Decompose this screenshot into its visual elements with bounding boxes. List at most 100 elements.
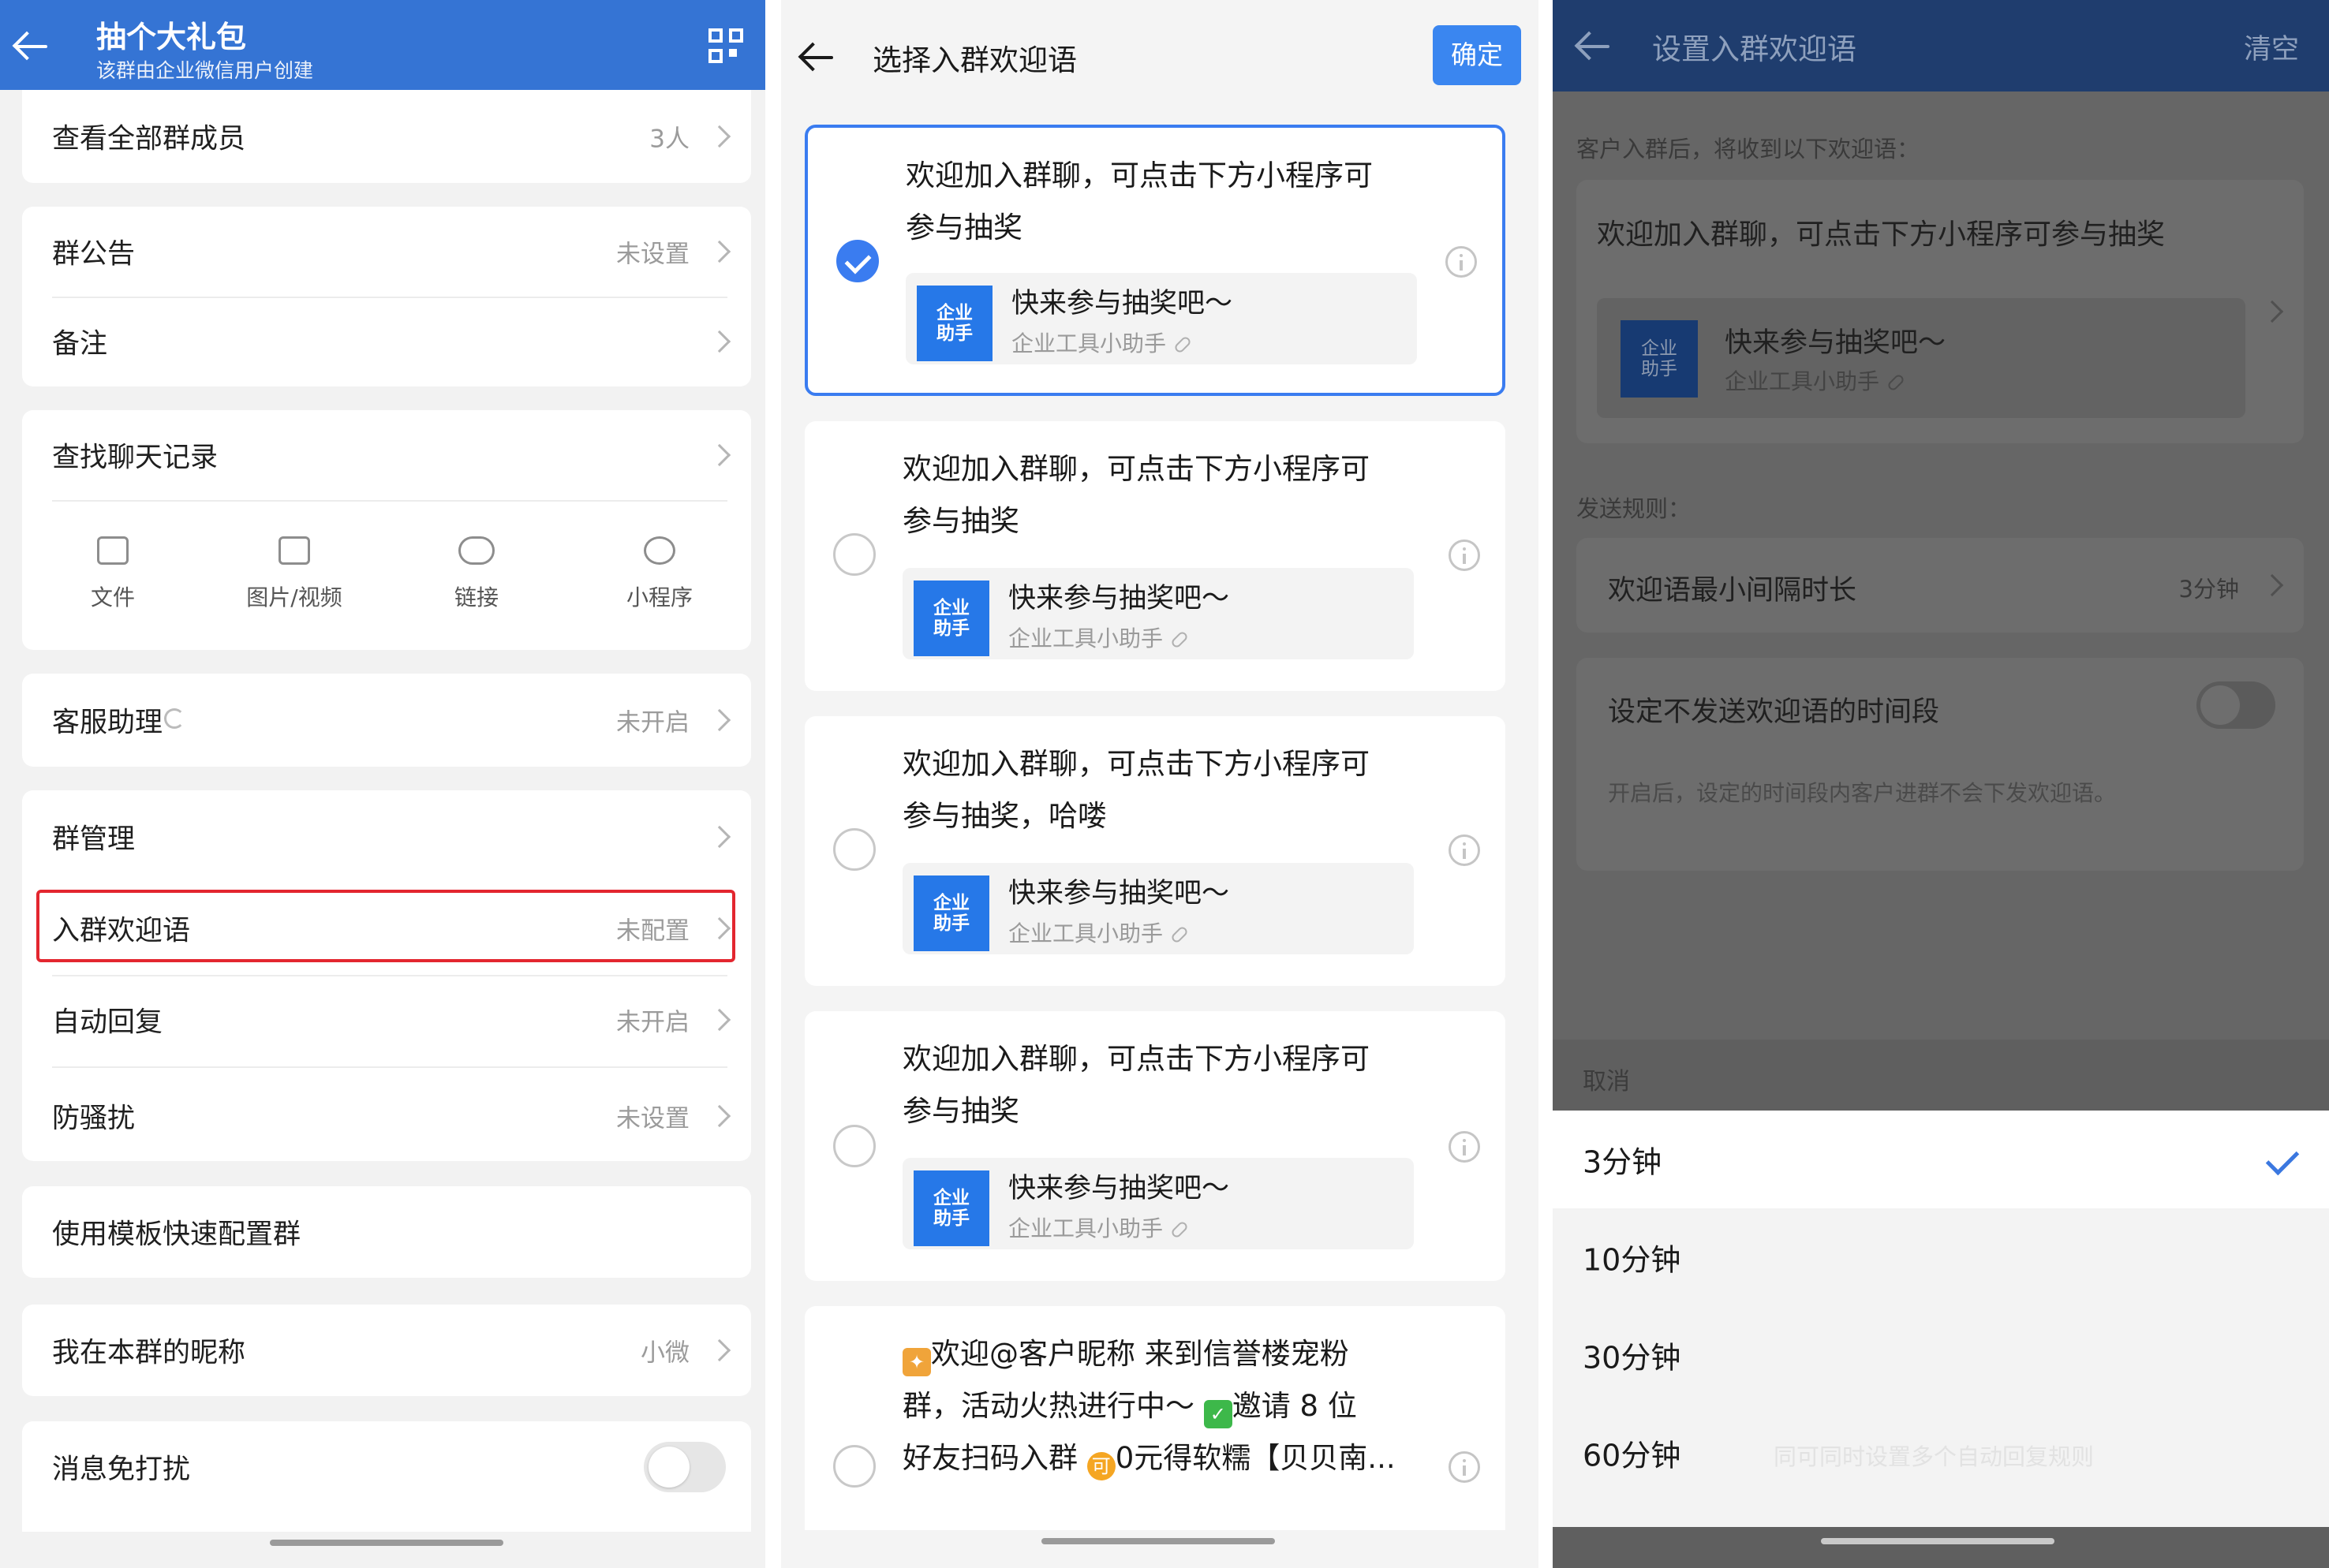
media-mini-programs[interactable]: 小程序 <box>581 536 738 612</box>
mini-program-card: 企业 助手 快来参与抽奖吧～ 企业工具小助手 <box>906 273 1417 364</box>
interval-option[interactable]: 60分钟 同可同时设置多个自动回复规则 <box>1553 1404 2329 1502</box>
link-icon <box>1169 924 1190 945</box>
option-text-line: 欢迎加入群聊，可点击下方小程序可 <box>906 159 1373 192</box>
cancel-bar[interactable]: 取消 <box>1553 1040 2329 1111</box>
min-interval-row[interactable]: 欢迎语最小间隔时长 3分钟 <box>1576 538 2304 633</box>
chevron-right-icon <box>708 240 731 263</box>
service-assistant-row[interactable]: 客服助理 未开启 <box>22 674 751 767</box>
welcome-option[interactable]: ✦ 欢迎@客户昵称 来到信誉楼宠粉 群，活动火热进行中～ ✓ 邀请 8 位 好友扫码… <box>805 1306 1505 1559</box>
group-info-screen: 抽个大礼包 该群由企业微信用户创建 查看全部群成员 3人 群公告 未设置 备注 … <box>0 0 765 1568</box>
search-history-label: 查找聊天记录 <box>52 442 219 474</box>
nickname-row[interactable]: 我在本群的昵称 小微 <box>22 1305 751 1396</box>
mini-program-logo: 企业 助手 <box>917 286 993 361</box>
quiet-period-toggle[interactable] <box>2196 681 2275 729</box>
quiet-period-note: 开启后，设定的时间段内客户进群不会下发欢迎语。 <box>1608 780 2117 806</box>
confirm-button[interactable]: 确定 <box>1433 25 1521 85</box>
option-text-line: 欢迎加入群聊，可点击下方小程序可 <box>903 747 1370 781</box>
interval-option-label: 3分钟 <box>1583 1144 1662 1180</box>
media-label: 图片/视频 <box>246 584 342 610</box>
info-icon[interactable] <box>1449 1131 1480 1163</box>
welcome-option[interactable]: 欢迎加入群聊，可点击下方小程序可 参与抽奖 企业 助手 快来参与抽奖吧～ 企业工具… <box>805 421 1505 691</box>
nickname-card: 我在本群的昵称 小微 <box>22 1305 751 1396</box>
option-text: 欢迎加入群聊，可点击下方小程序可 参与抽奖 <box>906 150 1411 254</box>
announcement-label: 群公告 <box>52 238 136 271</box>
mini-program-source: 企业工具小助手 <box>1011 327 1193 358</box>
ghost-text: 同可同时设置多个自动回复规则 <box>1774 1443 2095 1470</box>
welcome-option[interactable]: 欢迎加入群聊，可点击下方小程序可 参与抽奖 企业 助手 快来参与抽奖吧～ 企业工具… <box>805 125 1505 396</box>
option-text-line: 参与抽奖 <box>906 211 1022 245</box>
link-icon <box>1886 372 1906 393</box>
radio-icon[interactable] <box>833 1445 876 1488</box>
auto-reply-value: 未开启 <box>616 1008 690 1037</box>
announcement-row[interactable]: 群公告 未设置 <box>22 207 751 297</box>
back-arrow-icon[interactable] <box>14 32 49 60</box>
chat-history-card: 查找聊天记录 文件 图片/视频 链接 小程序 <box>22 410 751 650</box>
announcement-value: 未设置 <box>616 240 690 269</box>
info-icon[interactable] <box>1449 1451 1480 1483</box>
radio-icon[interactable] <box>833 533 876 576</box>
chevron-right-icon <box>2260 300 2284 323</box>
chevron-right-icon <box>708 125 731 148</box>
anti-harass-row[interactable]: 防骚扰 未设置 <box>22 1071 751 1161</box>
mute-toggle[interactable] <box>644 1442 726 1492</box>
welcome-option[interactable]: 欢迎加入群聊，可点击下方小程序可 参与抽奖，哈喽 企业 助手 快来参与抽奖吧～ 企… <box>805 716 1505 986</box>
clear-button[interactable]: 清空 <box>2244 27 2299 67</box>
qr-code-icon[interactable] <box>708 28 743 63</box>
option-text-line: ✦ 欢迎@客户昵称 来到信誉楼宠粉 <box>903 1328 1439 1380</box>
interval-option[interactable]: 10分钟 <box>1553 1208 2329 1306</box>
remark-row[interactable]: 备注 <box>22 297 751 386</box>
nickname-value: 小微 <box>641 1338 690 1368</box>
announcement-card: 群公告 未设置 备注 <box>22 207 751 386</box>
members-count: 3人 <box>649 125 690 154</box>
radio-icon[interactable] <box>833 1125 876 1167</box>
info-icon[interactable] <box>1449 539 1480 571</box>
chevron-right-icon <box>708 825 731 849</box>
radio-icon[interactable] <box>833 828 876 871</box>
info-icon[interactable] <box>1449 834 1480 866</box>
link-icon <box>1172 334 1193 355</box>
folder-icon <box>97 536 129 565</box>
mini-program-title: 快来参与抽奖吧～ <box>1008 583 1230 614</box>
group-subtitle: 该群由企业微信用户创建 <box>96 59 314 82</box>
set-welcome-screen: 设置入群欢迎语 清空 客户入群后，将收到以下欢迎语： 欢迎加入群聊，可点击下方小… <box>1553 0 2329 1568</box>
mini-program-logo: 企业 助手 <box>914 1170 989 1246</box>
back-arrow-icon[interactable] <box>1576 32 1611 60</box>
group-manage-row[interactable]: 群管理 <box>22 790 751 883</box>
mute-label: 消息免打扰 <box>52 1454 191 1486</box>
min-interval-value: 3分钟 <box>2178 576 2239 603</box>
search-history-row[interactable]: 查找聊天记录 <box>22 410 751 500</box>
welcome-preview-card[interactable]: 欢迎加入群聊，可点击下方小程序可参与抽奖 企业 助手 快来参与抽奖吧～ 企业工具小… <box>1576 180 2304 443</box>
option-text: ✦ 欢迎@客户昵称 来到信誉楼宠粉 群，活动火热进行中～ ✓ 邀请 8 位 好友扫码… <box>903 1328 1439 1484</box>
info-icon[interactable] <box>1445 246 1477 278</box>
media-images[interactable]: 图片/视频 <box>215 536 373 612</box>
radio-checked-icon[interactable] <box>836 240 879 282</box>
cancel-button[interactable]: 取消 <box>1583 1062 1630 1096</box>
mini-program-title: 快来参与抽奖吧～ <box>1011 288 1233 319</box>
template-row[interactable]: 使用模板快速配置群 <box>22 1186 751 1278</box>
members-row[interactable]: 查看全部群成员 3人 <box>22 90 751 183</box>
check-mark-icon: ✓ <box>1203 1400 1232 1428</box>
media-links[interactable]: 链接 <box>398 536 555 612</box>
auto-reply-row[interactable]: 自动回复 未开启 <box>22 975 751 1065</box>
party-popper-icon: ✦ <box>903 1348 931 1376</box>
anti-harass-value: 未设置 <box>616 1104 690 1133</box>
min-interval-label: 欢迎语最小间隔时长 <box>1608 575 1857 607</box>
welcome-text: 欢迎加入群聊，可点击下方小程序可参与抽奖 <box>1597 218 2166 251</box>
welcome-option[interactable]: 欢迎加入群聊，可点击下方小程序可 参与抽奖 企业 助手 快来参与抽奖吧～ 企业工具… <box>805 1011 1505 1281</box>
divider <box>52 1066 727 1068</box>
bottom-area <box>781 1530 1538 1568</box>
back-arrow-icon[interactable] <box>800 43 835 71</box>
template-label: 使用模板快速配置群 <box>52 1219 301 1251</box>
service-assistant-value: 未开启 <box>616 708 690 737</box>
media-label: 小程序 <box>626 584 693 610</box>
service-card: 客服助理 未开启 <box>22 674 751 767</box>
option-text-line: 群，活动火热进行中～ ✓ 邀请 8 位 <box>903 1380 1439 1432</box>
interval-option[interactable]: 3分钟 <box>1553 1111 2329 1208</box>
link-icon <box>1169 1219 1190 1240</box>
bonus-badge-icon: 可 <box>1086 1452 1116 1480</box>
media-files[interactable]: 文件 <box>34 536 192 612</box>
mini-program-title: 快来参与抽奖吧～ <box>1008 878 1230 909</box>
mini-program-title: 快来参与抽奖吧～ <box>1008 1173 1230 1204</box>
interval-option[interactable]: 30分钟 <box>1553 1306 2329 1404</box>
members-card: 查看全部群成员 3人 <box>22 90 751 183</box>
